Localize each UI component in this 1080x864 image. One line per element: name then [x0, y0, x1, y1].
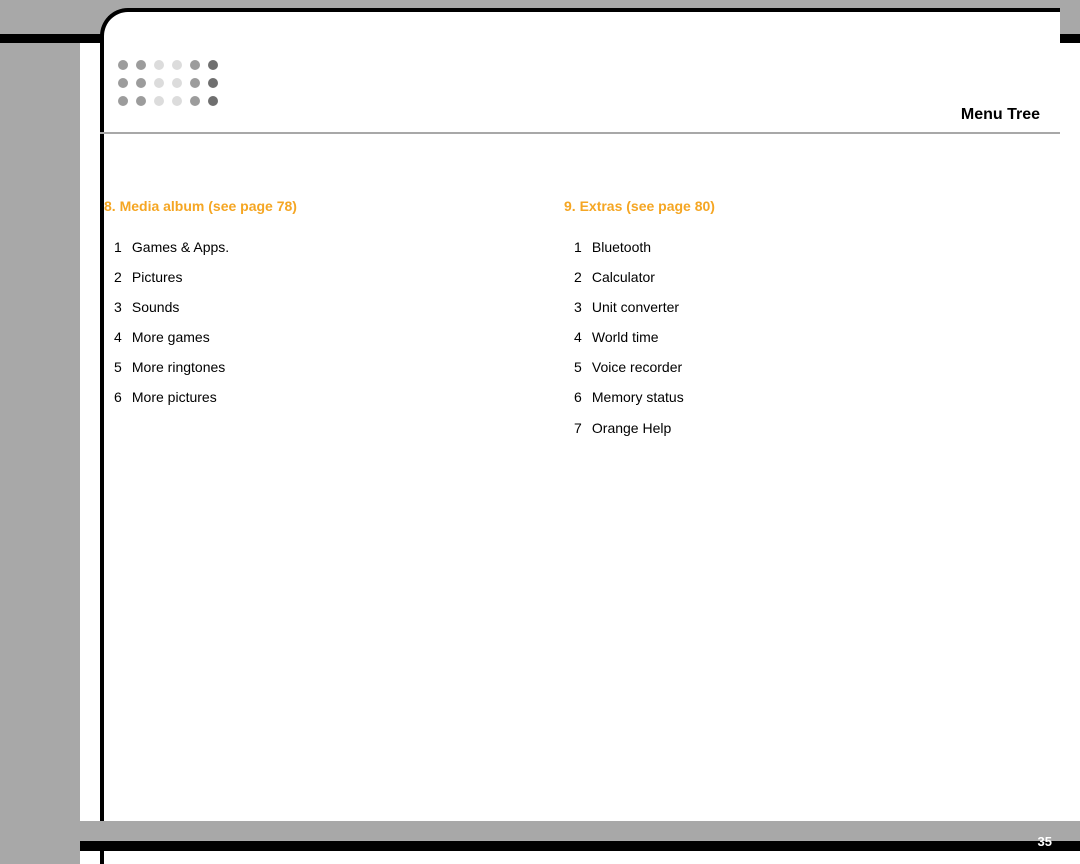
- list-item: 1 Games & Apps.: [114, 232, 560, 262]
- list-item: 2 Calculator: [574, 262, 1020, 292]
- list-item: 4 More games: [114, 322, 560, 352]
- section-items: 1 Games & Apps. 2 Pictures 3 Sounds 4 Mo…: [100, 232, 560, 413]
- section-media-album: 8. Media album (see page 78) 1 Games & A…: [100, 198, 560, 443]
- list-item: 2 Pictures: [114, 262, 560, 292]
- list-item: 5 More ringtones: [114, 352, 560, 382]
- list-item: 6 More pictures: [114, 382, 560, 412]
- list-item: 3 Sounds: [114, 292, 560, 322]
- list-item: 6 Memory status: [574, 382, 1020, 412]
- left-sidebar: [0, 43, 80, 864]
- list-item: 1 Bluetooth: [574, 232, 1020, 262]
- dot-grid-icon: [118, 60, 224, 112]
- section-items: 1 Bluetooth 2 Calculator 3 Unit converte…: [560, 232, 1020, 443]
- header-divider: [100, 132, 1060, 134]
- section-heading: 9. Extras (see page 80): [564, 198, 1020, 214]
- list-item: 4 World time: [574, 322, 1020, 352]
- footer-stripe: [80, 841, 1080, 851]
- list-item: 7 Orange Help: [574, 413, 1020, 443]
- page-title: Menu Tree: [961, 106, 1040, 124]
- footer-bar: [80, 821, 1080, 841]
- list-item: 5 Voice recorder: [574, 352, 1020, 382]
- page-number: 35: [1038, 834, 1052, 849]
- section-extras: 9. Extras (see page 80) 1 Bluetooth 2 Ca…: [560, 198, 1020, 443]
- list-item: 3 Unit converter: [574, 292, 1020, 322]
- section-heading: 8. Media album (see page 78): [104, 198, 560, 214]
- content-area: 8. Media album (see page 78) 1 Games & A…: [100, 198, 1040, 443]
